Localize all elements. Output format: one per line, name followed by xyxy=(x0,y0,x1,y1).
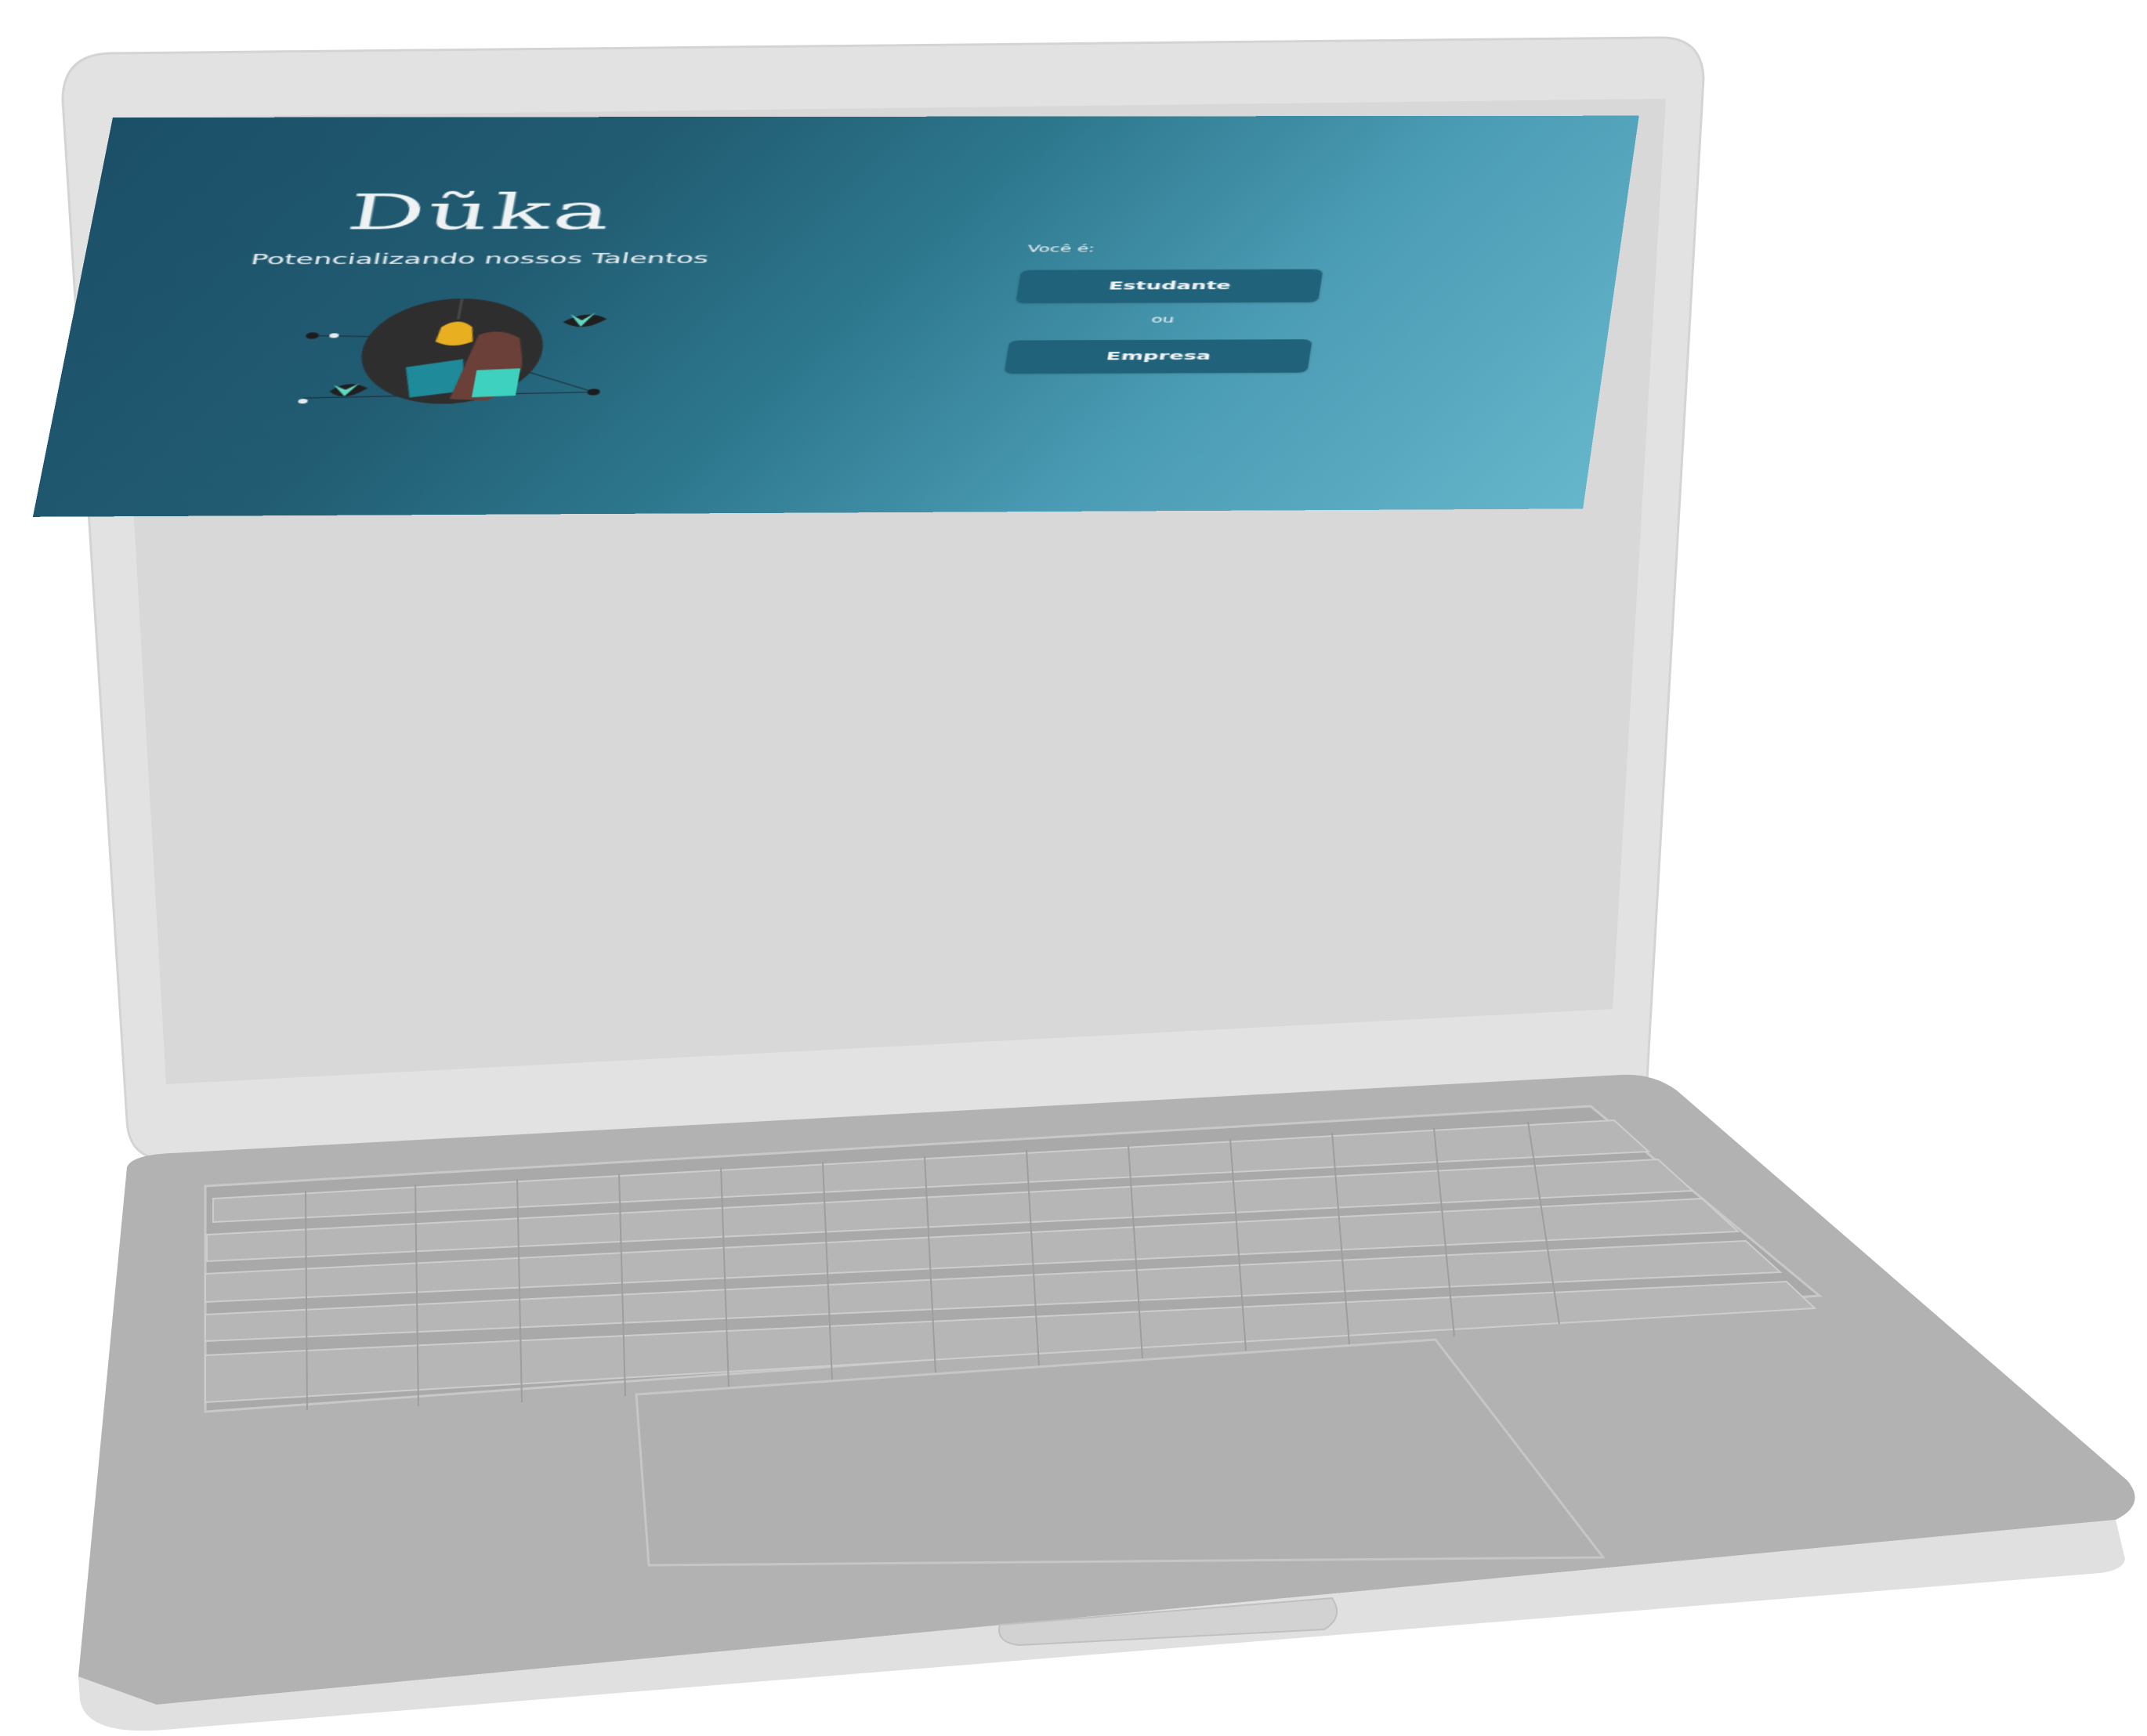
person-reading-illustration xyxy=(297,295,608,404)
company-button[interactable]: Empresa xyxy=(1004,339,1312,374)
role-prompt: Você é: xyxy=(1026,243,1096,255)
login-screen: Dũka Potencializando nossos Talentos Voc… xyxy=(32,115,1639,517)
node-dot xyxy=(305,332,320,339)
node-dot xyxy=(328,333,339,338)
brand-logo: Dũka xyxy=(342,183,620,241)
node-dot xyxy=(586,389,601,396)
laptop-mockup-stage: Dũka Potencializando nossos Talentos Voc… xyxy=(0,0,2147,1736)
screen-gradient-background xyxy=(32,115,1639,517)
node-dot xyxy=(297,399,309,404)
separator-text: ou xyxy=(1150,313,1175,325)
brand-tagline: Potencializando nossos Talentos xyxy=(248,250,711,269)
student-button[interactable]: Estudante xyxy=(1016,269,1323,304)
